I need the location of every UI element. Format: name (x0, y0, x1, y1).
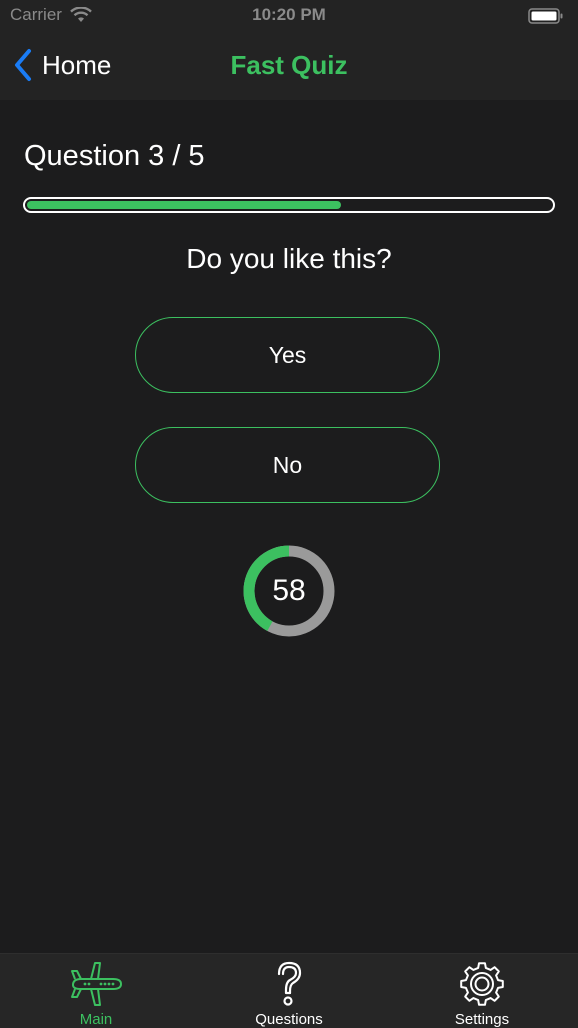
tab-questions[interactable]: Questions (193, 954, 385, 1028)
battery-icon (528, 8, 563, 24)
quiz-progress-bar (23, 197, 555, 213)
quiz-progress-fill (27, 201, 341, 209)
tab-main-label: Main (79, 1011, 113, 1028)
question-text: Do you like this? (186, 243, 392, 274)
status-time: 10:20 PM (252, 5, 326, 24)
navigation-bar: Home Fast Quiz (0, 32, 578, 100)
status-bar: Carrier 10:20 PM (0, 0, 578, 32)
tab-bar: Main Questions Settings (0, 953, 578, 1028)
tab-settings-label: Settings (454, 1011, 510, 1028)
tab-main[interactable]: Main (0, 954, 192, 1028)
gear-icon (460, 962, 504, 1006)
timer-value: 58 (272, 574, 306, 607)
tab-settings[interactable]: Settings (386, 954, 578, 1028)
answer-no-button[interactable]: No (135, 427, 440, 503)
question-icon (277, 961, 302, 1006)
page-title: Fast Quiz (230, 50, 348, 80)
tab-questions-label: Questions (255, 1011, 323, 1028)
quiz-screen: Carrier 10:20 PM Home Fast Quiz Question… (0, 0, 578, 1028)
airplane-icon (71, 962, 122, 1006)
answer-yes-button[interactable]: Yes (135, 317, 440, 393)
countdown-timer: 58 (241, 543, 337, 639)
question-counter: Question 3 / 5 (24, 140, 205, 172)
